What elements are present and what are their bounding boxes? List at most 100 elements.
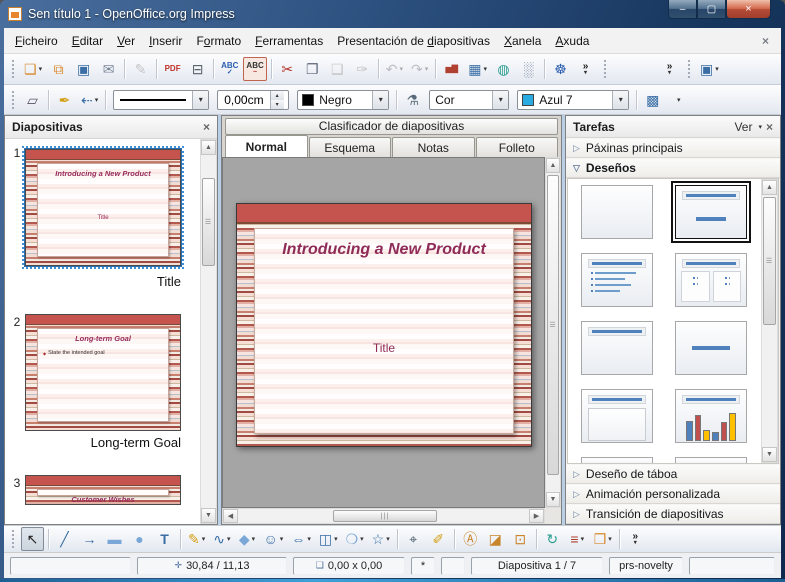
symbol-shapes-button[interactable]: ☺ ▾ [261, 527, 287, 551]
presentation-view-button[interactable]: ▣ ▾ [697, 57, 722, 81]
tab-esquema[interactable]: Esquema [308, 137, 391, 157]
slide-sorter-button[interactable]: Clasificador de diapositivas [225, 118, 558, 135]
fill-color-select[interactable]: Azul 7 ▾ [517, 89, 630, 110]
scroll-down-icon[interactable]: ▼ [546, 492, 560, 507]
line-style-select[interactable]: ▾ [113, 89, 210, 110]
curve-tool-button[interactable]: ✎ ▾ [185, 527, 208, 551]
chevron-down-icon[interactable]: ▾ [758, 123, 762, 131]
panel-splitter[interactable] [218, 115, 221, 525]
section-paxinas-principais[interactable]: ▷ Páxinas principais [566, 138, 780, 158]
layout-two-content[interactable] [675, 253, 747, 307]
scroll-right-icon[interactable]: ▶ [529, 509, 544, 523]
menu-inserir[interactable]: Inserir [142, 30, 189, 52]
spin-down-icon[interactable]: ▾ [270, 99, 284, 109]
status-zoom[interactable] [689, 556, 775, 575]
export-pdf-button[interactable]: PDF [161, 57, 184, 81]
chevron-down-icon[interactable]: ▾ [372, 90, 389, 109]
layout-title-content[interactable] [671, 181, 751, 243]
layout-cutoff-1[interactable] [581, 457, 653, 463]
save-button[interactable]: ▣ [72, 57, 95, 81]
menu-xanela[interactable]: Xanela [497, 30, 548, 52]
panel-splitter[interactable] [562, 115, 565, 525]
tab-normal[interactable]: Normal [225, 135, 308, 157]
status-signature[interactable] [441, 556, 465, 575]
slide-thumbnail-2[interactable]: Long-term Goal ◆ State the intended goal [25, 314, 181, 431]
line-dialog-button[interactable]: ✒ [53, 88, 76, 112]
close-icon[interactable]: × [766, 120, 773, 134]
print-button[interactable]: ⊟ [186, 57, 209, 81]
spin-up-icon[interactable]: ▴ [270, 90, 284, 100]
arrange-button[interactable]: ❒ ▾ [591, 527, 615, 551]
menu-presentacion-de-diapositivas[interactable]: Presentación de diapositivas [330, 30, 497, 52]
scrollbar-thumb[interactable]: ☰ [202, 178, 215, 266]
layout-centered-text[interactable] [675, 321, 747, 375]
layout-cutoff-2[interactable] [675, 457, 747, 463]
menu-editar[interactable]: Editar [65, 30, 110, 52]
presentation-overflow-button[interactable]: » ▾ [658, 57, 681, 81]
stars-button[interactable]: ☆ ▾ [369, 527, 393, 551]
status-position[interactable]: ✛ 30,84 / 11,13 [137, 556, 287, 575]
scroll-left-icon[interactable]: ◀ [223, 509, 238, 523]
new-button[interactable]: ❏ ▾ [21, 57, 45, 81]
document-close-icon[interactable]: × [754, 34, 777, 48]
section-deseno-de-taboa[interactable]: ▷ Deseño de táboa [566, 464, 780, 484]
scrollbar-thumb[interactable]: ☰ [763, 197, 776, 325]
edit-points-toggle-button[interactable]: ▱ [21, 88, 44, 112]
edit-points-button[interactable]: ⌖ [402, 527, 425, 551]
scroll-up-icon[interactable]: ▲ [762, 180, 777, 195]
slide-title-text[interactable]: Introducing a New Product [255, 229, 513, 259]
maximize-button[interactable]: ▢ [697, 0, 726, 19]
scroll-down-icon[interactable]: ▼ [201, 508, 216, 523]
toolbar-grip[interactable] [686, 59, 693, 79]
picture-from-file-button[interactable]: ◪ [484, 527, 507, 551]
chevron-down-icon[interactable]: ▾ [492, 90, 509, 109]
rectangle-tool-button[interactable]: ▬ [103, 527, 126, 551]
select-tool-button[interactable]: ↖ [21, 527, 44, 551]
section-animacion-personalizada[interactable]: ▷ Animación personalizada [566, 484, 780, 504]
auto-spellcheck-button[interactable]: ABC ~ [243, 57, 267, 81]
status-template[interactable]: prs-novelty [609, 556, 683, 575]
edit-canvas[interactable]: Introducing a New Product Title [222, 157, 545, 508]
rotate-button[interactable]: ↻ [541, 527, 564, 551]
layout-title-content-box[interactable] [581, 389, 653, 443]
navigator-button[interactable]: ☸ [549, 57, 572, 81]
spinner-buttons[interactable]: ▴ ▾ [269, 90, 284, 109]
gallery-button[interactable]: ⊡ [509, 527, 532, 551]
arrow-style-button[interactable]: ⇠ ▾ [78, 88, 101, 112]
alignment-button[interactable]: ≡ ▾ [566, 527, 589, 551]
layout-title-only[interactable] [581, 321, 653, 375]
slide-inner-panel[interactable]: Introducing a New Product Title [254, 228, 514, 434]
toolbar-grip[interactable] [602, 59, 609, 79]
insert-table-button[interactable]: ▦ ▾ [465, 57, 490, 81]
shadow-button[interactable]: ▩ [641, 88, 664, 112]
connector-tool-button[interactable]: ∿ ▾ [210, 527, 233, 551]
slide-thumbnail-1[interactable]: Introducing a New Product Title [22, 146, 184, 269]
text-tool-button[interactable]: T [153, 527, 176, 551]
scrollbar-thumb[interactable]: ||| [333, 510, 437, 522]
callouts-button[interactable]: ❍ ▾ [343, 527, 367, 551]
arrow-tool-button[interactable]: → [78, 527, 101, 551]
basic-shapes-button[interactable]: ◆ ▾ [236, 527, 259, 551]
toolbar-grip[interactable] [10, 89, 16, 110]
open-button[interactable]: ⧉ [47, 57, 70, 81]
fill-type-select[interactable]: Cor ▾ [429, 89, 510, 110]
tab-notas[interactable]: Notas [392, 137, 475, 157]
scroll-up-icon[interactable]: ▲ [546, 158, 560, 173]
fontwork-button[interactable]: Ⓐ [459, 527, 482, 551]
toolbar-grip[interactable] [10, 529, 16, 549]
hyperlink-button[interactable]: ◍ [492, 57, 515, 81]
glue-points-button[interactable]: ✐ [427, 527, 450, 551]
section-desenos[interactable]: ▽ Deseños [566, 158, 780, 178]
line-toolbar-overflow-button[interactable]: ▾ [666, 88, 689, 112]
email-button[interactable]: ✉ [97, 57, 120, 81]
area-dialog-button[interactable]: ⚗ [401, 88, 424, 112]
status-modified[interactable]: * [411, 556, 435, 575]
status-size[interactable]: ❑ 0,00 x 0,00 [293, 556, 405, 575]
flowchart-button[interactable]: ◫ ▾ [316, 527, 341, 551]
insert-chart-button[interactable]: ▅▇ [440, 57, 463, 81]
line-width-input[interactable]: 0,00cm ▴ ▾ [217, 89, 290, 110]
toolbar-grip[interactable] [10, 59, 16, 79]
slides-scrollbar[interactable]: ▲ ☰ ▼ [200, 139, 217, 524]
layout-title-chart[interactable] [675, 389, 747, 443]
cut-button[interactable]: ✂ [276, 57, 299, 81]
